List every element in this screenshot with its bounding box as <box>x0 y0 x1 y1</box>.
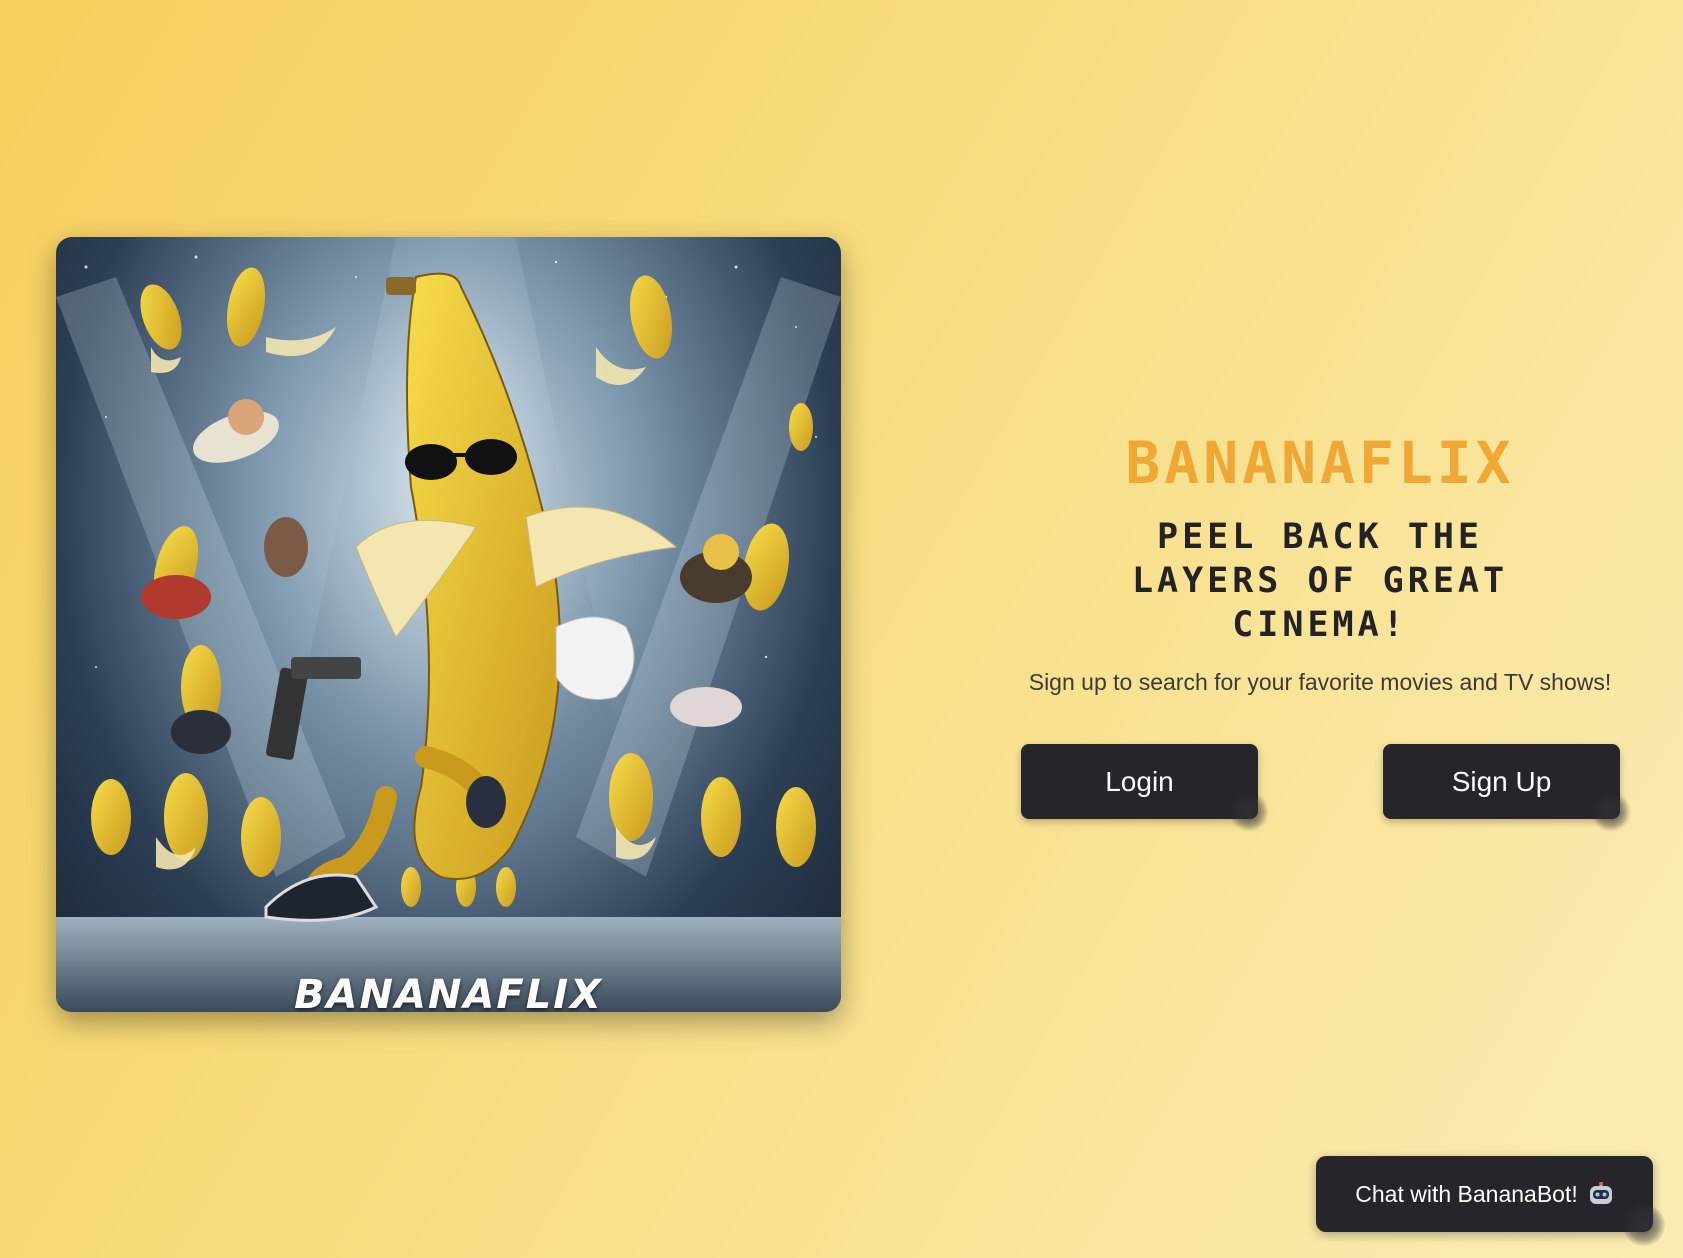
poster-wordmark: BANANAFLIX <box>294 972 603 1012</box>
cursor-blob <box>1230 793 1268 831</box>
chat-with-bananabot-button[interactable]: Chat with BananaBot! <box>1316 1156 1665 1246</box>
poster-illustration <box>56 237 841 1012</box>
hero-poster: BANANAFLIX <box>56 237 841 1012</box>
signup-label: Sign Up <box>1451 765 1552 797</box>
login-label: Login <box>1105 765 1174 797</box>
signup-button[interactable]: Sign Up <box>1383 744 1630 831</box>
hero-section: BANANAFLIX PEEL BACK THE LAYERS OF GREAT… <box>990 425 1650 696</box>
cursor-blob <box>1592 793 1630 831</box>
login-button[interactable]: Login <box>1021 744 1268 831</box>
cursor-blob <box>1623 1204 1665 1246</box>
tagline: PEEL BACK THE LAYERS OF GREAT CINEMA! <box>1131 517 1509 645</box>
chat-label: Chat with BananaBot! <box>1355 1180 1578 1207</box>
brand-title: BANANAFLIX <box>1125 429 1515 497</box>
signup-prompt: Sign up to search for your favorite movi… <box>1028 669 1612 695</box>
robot-icon <box>1588 1181 1614 1206</box>
